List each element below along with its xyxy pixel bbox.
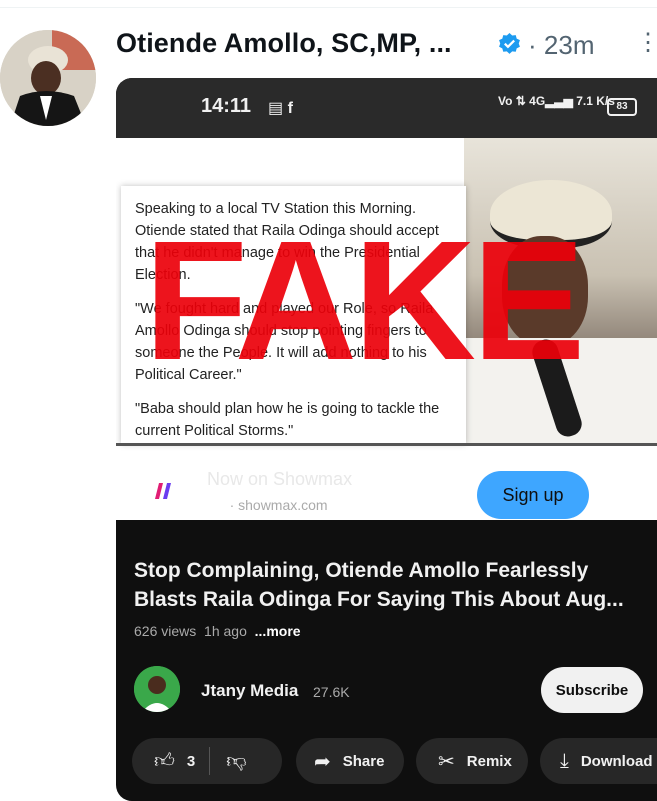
share-button[interactable]: ➦ Share — [296, 738, 404, 784]
thumbs-up-icon[interactable]: 👍︎ — [154, 749, 175, 773]
attached-screenshot[interactable]: 14:11 ▤ f Vo ⇅ 4G▂▃▅ 7.1 K/s 83 Speaking… — [116, 78, 657, 801]
sign-up-button[interactable]: Sign up — [477, 471, 589, 519]
like-dislike-pill[interactable]: 👍︎ 3 👎︎ — [132, 738, 282, 784]
fake-stamp: FAKE — [144, 206, 585, 396]
article-paragraph-3: "Baba should plan how he is going to tac… — [135, 401, 440, 439]
channel-avatar[interactable] — [134, 666, 180, 712]
share-arrow-icon: ➦ — [314, 750, 331, 773]
download-button[interactable]: ⤓ Download — [540, 738, 657, 784]
download-icon: ⤓ — [560, 749, 569, 772]
ad-title[interactable]: Now on Showmax — [207, 469, 352, 490]
signal-icons: Vo ⇅ 4G▂▃▅ 7.1 K/s — [498, 94, 615, 108]
notification-icons: ▤ f — [268, 100, 293, 117]
ad-row[interactable]: Now on Showmax Ad · showmax.com Sign up … — [116, 444, 657, 524]
battery-icon: 83 — [607, 98, 637, 116]
showmax-logo-icon — [138, 466, 188, 516]
remix-button[interactable]: ✂ Remix — [416, 738, 528, 784]
video-title[interactable]: Stop Complaining, Otiende Amollo Fearles… — [134, 556, 654, 614]
subscriber-count: 27.6K — [313, 684, 350, 700]
tweet-time[interactable]: · 23m — [528, 30, 594, 61]
author-name[interactable]: Otiende Amollo, SC,MP, ... — [116, 28, 452, 59]
remix-icon: ✂ — [438, 750, 455, 773]
verified-badge-icon — [499, 33, 520, 54]
thumbs-down-icon[interactable]: 👎︎ — [226, 749, 246, 773]
status-time: 14:11 — [201, 95, 252, 117]
top-divider — [0, 7, 657, 8]
like-divider — [209, 747, 211, 775]
ad-more-icon[interactable]: ⋮ — [621, 474, 645, 503]
ad-subtitle: Ad · showmax.com — [207, 497, 328, 513]
phone-status-bar: 14:11 ▤ f Vo ⇅ 4G▂▃▅ 7.1 K/s 83 — [116, 78, 657, 138]
author-avatar[interactable] — [0, 30, 96, 126]
subscribe-button[interactable]: Subscribe — [541, 667, 643, 713]
video-meta[interactable]: 626 views 1h ago ...more — [134, 623, 301, 639]
channel-name[interactable]: Jtany Media — [201, 681, 298, 701]
more-options-icon[interactable]: ⋮ — [636, 28, 657, 57]
like-count: 3 — [186, 752, 196, 770]
